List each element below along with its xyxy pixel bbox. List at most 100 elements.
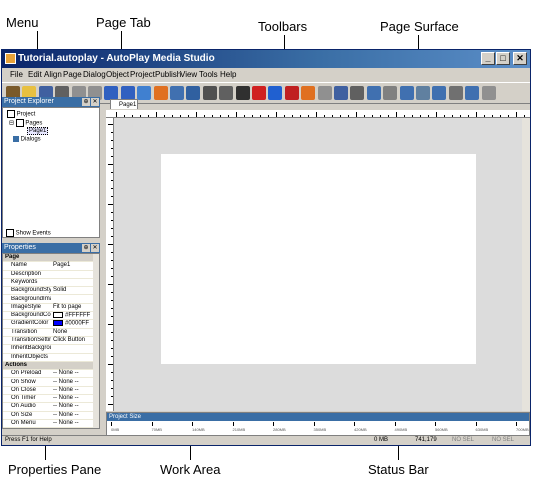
menu-project[interactable]: Project: [130, 70, 155, 79]
redo-icon[interactable]: [120, 86, 135, 100]
property-row[interactable]: Description: [3, 271, 93, 279]
menu-tools[interactable]: Tools: [199, 70, 218, 79]
property-row[interactable]: Name Page1: [3, 262, 93, 271]
tree-pages[interactable]: ⊟ Pages: [9, 119, 42, 127]
work-area[interactable]: [114, 118, 522, 411]
ruler-tick: [111, 340, 113, 341]
property-key: On Show: [11, 378, 36, 385]
property-row[interactable]: On Show -- None --: [3, 379, 93, 387]
explorer-close-button[interactable]: ✕: [91, 98, 99, 106]
flash-obj-icon[interactable]: [252, 86, 266, 100]
input-obj-icon[interactable]: [317, 86, 332, 100]
size-tick-label: 560MB: [435, 427, 448, 432]
properties-scrollbar[interactable]: [93, 254, 99, 428]
work-area-scrollbar[interactable]: [522, 118, 530, 411]
tree-page1[interactable]: Page1: [27, 127, 49, 135]
listbox-obj-icon[interactable]: [366, 86, 381, 100]
ruler-tick: [108, 404, 113, 405]
menu-publish[interactable]: Publish: [155, 70, 181, 79]
pdf-obj-icon[interactable]: [284, 86, 299, 100]
menu-object[interactable]: Object: [106, 70, 129, 79]
button-obj-icon[interactable]: [170, 86, 184, 100]
property-row[interactable]: Transition None: [3, 329, 93, 337]
property-key: InheritBackground: [11, 345, 51, 352]
pencil-icon[interactable]: [481, 86, 496, 100]
plugin-obj-icon[interactable]: [465, 86, 480, 100]
color-swatch[interactable]: [53, 320, 63, 327]
close-button[interactable]: ✕: [513, 52, 527, 65]
menu-page[interactable]: Page: [63, 70, 82, 79]
menu-dialog[interactable]: Dialog: [83, 70, 106, 79]
property-key: Name: [11, 262, 28, 269]
property-row[interactable]: GradientColor #0000FF: [3, 320, 93, 329]
property-row[interactable]: On Size -- None --: [3, 412, 93, 420]
menu-help[interactable]: Help: [220, 70, 236, 79]
combobox-obj-icon[interactable]: [383, 86, 398, 100]
grid-obj-icon[interactable]: [432, 86, 447, 100]
project-size-title: Project Size: [107, 413, 529, 421]
ruler-tick: [111, 132, 113, 133]
menu-file[interactable]: File: [10, 70, 23, 79]
paragraph-obj-icon[interactable]: [219, 86, 234, 100]
label-obj-icon[interactable]: [202, 86, 217, 100]
menu-view[interactable]: View: [180, 70, 197, 79]
properties-close-button[interactable]: ✕: [91, 244, 99, 252]
property-value: -- None --: [53, 395, 79, 402]
ruler-tick: [132, 115, 133, 117]
ruler-tick: [111, 196, 113, 197]
property-row[interactable]: On Audio -- None --: [3, 403, 93, 412]
radio-obj-icon[interactable]: [350, 86, 365, 100]
tree-obj-icon[interactable]: [416, 86, 430, 100]
ruler-tick: [460, 115, 461, 117]
menu-edit[interactable]: Edit: [28, 70, 42, 79]
properties-pin-button[interactable]: ⊕: [82, 244, 90, 252]
property-row[interactable]: TransitionSettingsClick Button: [3, 337, 93, 346]
web-obj-icon[interactable]: [268, 86, 283, 100]
size-tick: [435, 422, 436, 426]
ruler-tick: [388, 115, 389, 117]
ruler-tick: [111, 276, 113, 277]
title-bar[interactable]: Tutorial.autoplay - AutoPlay Media Studi…: [2, 50, 530, 68]
slider-obj-icon[interactable]: [448, 86, 463, 100]
menu-callout: Menu: [6, 15, 39, 30]
property-row[interactable]: BackgroundColor #FFFFFF: [3, 312, 93, 321]
preview-icon[interactable]: [137, 86, 152, 100]
ruler-tick: [500, 115, 501, 117]
tree-project[interactable]: Project: [7, 110, 35, 118]
tree-dialogs[interactable]: Dialogs: [13, 136, 41, 143]
publish-icon[interactable]: [153, 86, 168, 100]
ruler-tick: [348, 115, 349, 117]
minimize-button[interactable]: _: [481, 52, 495, 65]
size-tick: [192, 422, 193, 426]
property-row[interactable]: On Menu -- None --: [3, 420, 93, 428]
ruler-tick: [204, 115, 205, 117]
property-row[interactable]: On Timer -- None --: [3, 395, 93, 404]
image-obj-icon[interactable]: [186, 86, 201, 100]
property-row[interactable]: InheritObjects: [3, 354, 93, 362]
show-events-checkbox[interactable]: Show Events: [6, 229, 51, 237]
undo-icon[interactable]: [104, 86, 119, 100]
property-row[interactable]: On Close -- None --: [3, 387, 93, 396]
page-surface[interactable]: [161, 154, 476, 364]
menu-align[interactable]: Align: [44, 70, 62, 79]
property-row[interactable]: ImageStyle Fit to page: [3, 304, 93, 313]
property-row[interactable]: InheritBackground: [3, 345, 93, 354]
property-row[interactable]: BackgroundStyleSolid: [3, 287, 93, 296]
slideshow-obj-icon[interactable]: [301, 86, 316, 100]
checkbox-obj-icon[interactable]: [334, 86, 348, 100]
status-coords: 741,179: [415, 437, 437, 443]
property-row[interactable]: On Preload -- None --: [3, 370, 93, 379]
property-row[interactable]: Keywords: [3, 279, 93, 288]
ruler-tick: [111, 220, 113, 221]
explorer-pin-button[interactable]: ⊕: [82, 98, 90, 106]
video-obj-icon[interactable]: [235, 86, 250, 100]
progress-obj-icon[interactable]: [399, 86, 414, 100]
tab-page1[interactable]: Page1: [110, 99, 138, 109]
maximize-button[interactable]: □: [496, 52, 510, 65]
property-value-text: #FFFFFF: [65, 312, 91, 319]
color-swatch[interactable]: [53, 312, 63, 319]
property-key: GradientColor: [11, 320, 49, 327]
property-row[interactable]: BackgroundImage: [3, 296, 93, 304]
size-tick-label: 140MB: [192, 427, 205, 432]
size-tick: [354, 422, 355, 426]
